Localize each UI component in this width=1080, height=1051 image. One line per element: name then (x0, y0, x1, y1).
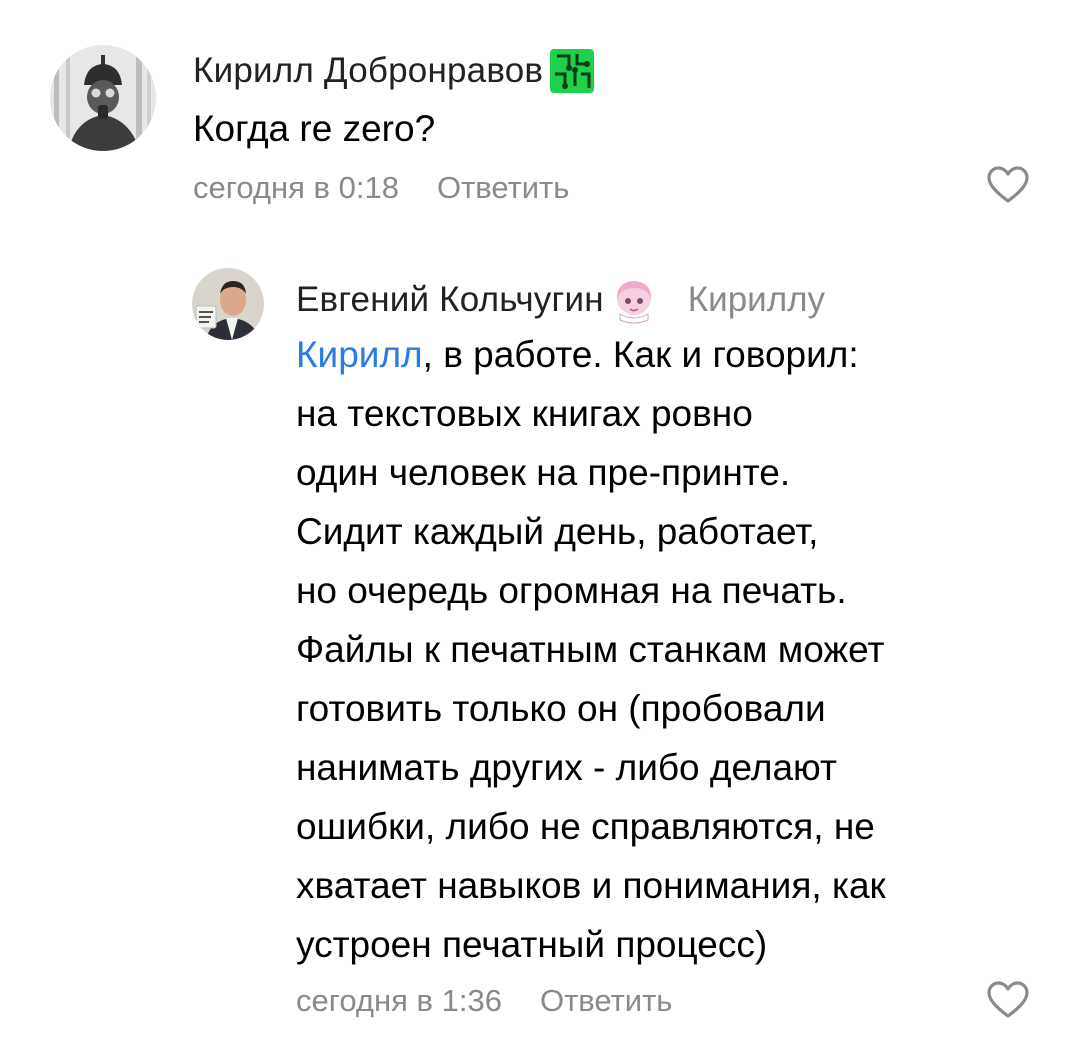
comment-line: готовить только он (пробовали (296, 688, 826, 729)
comment-author-row: Кирилл Добронравов (193, 45, 597, 97)
comment-line: ошибки, либо не справляются, не (296, 806, 875, 847)
comment-timestamp: сегодня в 1:36 (296, 983, 502, 1018)
comment-line: Сидит каждый день, работает, (296, 511, 819, 552)
comment-line: Кирилл, в работе. Как и говорил: (296, 325, 1036, 384)
comment-author-row: Евгений Кольчугин Кириллу (296, 272, 825, 328)
comment-timestamp: сегодня в 0:18 (193, 170, 399, 205)
comment-line: нанимать других - либо делают (296, 747, 837, 788)
author-name[interactable]: Евгений Кольчугин (296, 280, 604, 320)
anime-girl-sticker-icon (608, 274, 660, 326)
reply-to-label[interactable]: Кириллу (688, 280, 825, 320)
reply-button[interactable]: Ответить (437, 170, 570, 206)
comment-line: но очередь огромная на печать. (296, 570, 847, 611)
avatar-evgeny[interactable] (192, 268, 264, 340)
comment-text: Когда re zero? (193, 108, 436, 149)
comment-text: Кирилл, в работе. Как и говорил: на текс… (296, 325, 1036, 974)
author-name[interactable]: Кирилл Добронравов (193, 51, 543, 91)
comment-line: устроен печатный процесс) (296, 924, 768, 965)
comment-line-text: , в работе. Как и говорил: (422, 334, 859, 375)
comment-line: Файлы к печатным станкам может (296, 629, 885, 670)
comment-line: один человек на пре-принте. (296, 452, 791, 493)
reply-button[interactable]: Ответить (540, 983, 673, 1019)
circuit-chip-icon (547, 46, 597, 96)
comment-meta: сегодня в 0:18 Ответить (193, 164, 569, 212)
comment-meta: сегодня в 1:36 Ответить (296, 977, 672, 1025)
heart-outline-icon[interactable] (986, 165, 1030, 205)
heart-outline-icon[interactable] (986, 980, 1030, 1020)
comment-line: на текстовых книгах ровно (296, 393, 753, 434)
avatar-kirill[interactable] (50, 45, 156, 151)
mention-link[interactable]: Кирилл (296, 334, 423, 375)
comment-line: хватает навыков и понимания, как (296, 865, 886, 906)
